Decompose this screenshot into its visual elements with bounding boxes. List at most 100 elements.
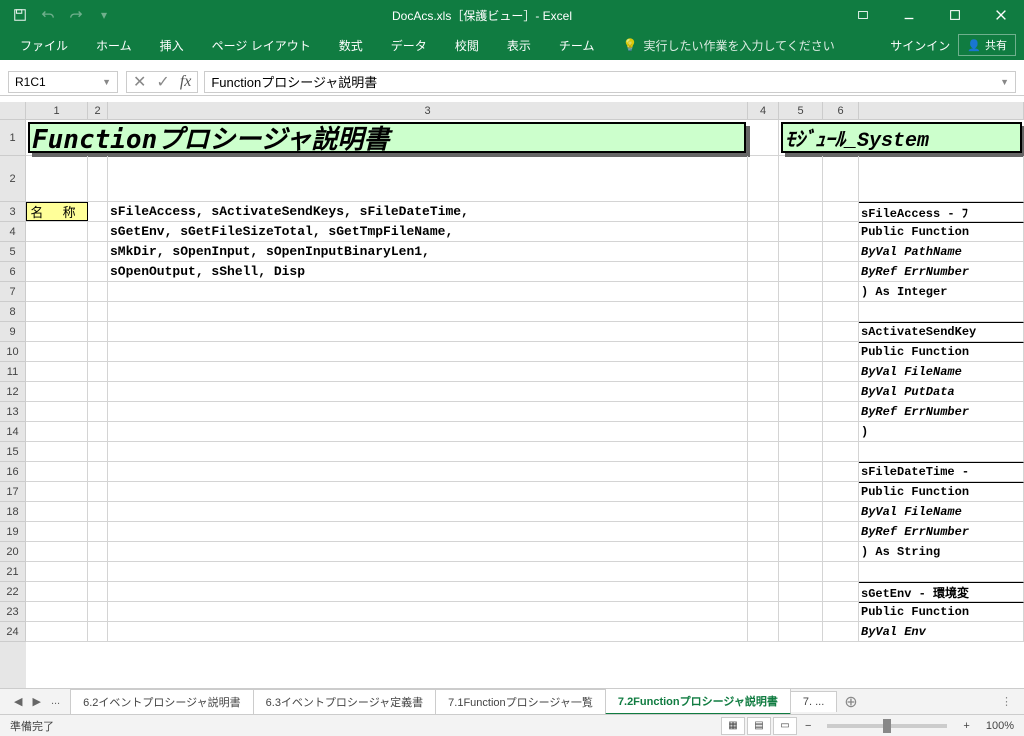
row-header[interactable]: 11 (0, 362, 26, 382)
tab-view[interactable]: 表示 (495, 33, 543, 58)
main-title-cell[interactable]: Functionプロシージャ説明書 (28, 122, 746, 153)
cell[interactable]: sGetEnv - 環境変 (859, 582, 1024, 601)
col-header[interactable]: 5 (779, 102, 823, 119)
cell[interactable]: sMkDir, sOpenInput, sOpenInputBinaryLen1… (108, 242, 748, 261)
cancel-formula-icon[interactable]: ✕ (133, 72, 146, 92)
row-header[interactable]: 14 (0, 422, 26, 442)
view-page-break-icon[interactable]: ▭ (773, 717, 797, 735)
col-header[interactable]: 3 (108, 102, 748, 119)
sheet-tab[interactable]: 6.3イベントプロシージャ定義書 (253, 689, 437, 714)
cell[interactable]: ByVal Env (859, 622, 1024, 641)
cell[interactable]: ByVal PutData (859, 382, 1024, 401)
row-header[interactable]: 6 (0, 262, 26, 282)
cell[interactable]: Public Function (859, 482, 1024, 501)
tell-me-search[interactable]: 💡 実行したい作業を入力してください (610, 33, 886, 58)
row-header[interactable]: 13 (0, 402, 26, 422)
signin-link[interactable]: サインイン (890, 37, 950, 54)
row-header[interactable]: 18 (0, 502, 26, 522)
cell[interactable]: ByVal FileName (859, 502, 1024, 521)
row-header[interactable]: 15 (0, 442, 26, 462)
row-header[interactable]: 4 (0, 222, 26, 242)
tab-data[interactable]: データ (379, 33, 439, 58)
row-header[interactable]: 21 (0, 562, 26, 582)
sheet-tab[interactable]: 6.2イベントプロシージャ説明書 (70, 689, 254, 714)
sheet-tab[interactable]: 7. ... (790, 691, 837, 712)
col-header[interactable]: 6 (823, 102, 859, 119)
zoom-level[interactable]: 100% (978, 720, 1014, 732)
maximize-icon[interactable] (932, 0, 978, 30)
view-page-layout-icon[interactable]: ▤ (747, 717, 771, 735)
cell[interactable]: sOpenOutput, sShell, Disp (108, 262, 748, 281)
cell[interactable]: Public Function (859, 342, 1024, 361)
tab-insert[interactable]: 挿入 (148, 33, 196, 58)
chevron-down-icon[interactable]: ▼ (102, 77, 111, 87)
view-normal-icon[interactable]: ▦ (721, 717, 745, 735)
close-icon[interactable] (978, 0, 1024, 30)
row-header[interactable]: 5 (0, 242, 26, 262)
sheet-tab[interactable]: 7.1Functionプロシージャ一覧 (435, 689, 606, 714)
tab-nav-ellipsis[interactable]: ... (47, 693, 64, 710)
cell[interactable]: Public Function (859, 222, 1024, 241)
name-box[interactable]: R1C1 ▼ (8, 71, 118, 93)
tab-nav-prev-icon[interactable]: ◀ (10, 693, 26, 710)
row-header[interactable]: 3 (0, 202, 26, 222)
sheet-tab-active[interactable]: 7.2Functionプロシージャ説明書 (605, 688, 791, 715)
select-all-corner[interactable] (0, 102, 26, 119)
tab-nav-next-icon[interactable]: ▶ (28, 693, 44, 710)
module-title-cell[interactable]: ﾓｼﾞｭｰﾙ_System (781, 122, 1022, 153)
cell[interactable] (748, 120, 779, 155)
minimize-icon[interactable] (886, 0, 932, 30)
tab-review[interactable]: 校閲 (443, 33, 491, 58)
cell[interactable]: ByRef ErrNumber (859, 402, 1024, 421)
cell[interactable]: sFileDateTime - (859, 462, 1024, 481)
tab-menu-icon[interactable]: ⋮ (993, 695, 1020, 708)
tab-home[interactable]: ホーム (84, 33, 144, 58)
cell[interactable]: sFileAccess - ﾌ (859, 202, 1024, 221)
redo-icon[interactable] (64, 3, 88, 27)
row-header[interactable]: 1 (0, 120, 26, 156)
row-header[interactable]: 2 (0, 156, 26, 202)
row-header[interactable]: 20 (0, 542, 26, 562)
share-button[interactable]: 👤 共有 (958, 34, 1016, 56)
tab-team[interactable]: チーム (547, 33, 607, 58)
row-header[interactable]: 24 (0, 622, 26, 642)
cell[interactable]: ) As String (859, 542, 1024, 561)
cell[interactable]: ByVal FileName (859, 362, 1024, 381)
cell[interactable]: ByRef ErrNumber (859, 522, 1024, 541)
tab-file[interactable]: ファイル (8, 33, 80, 58)
cell[interactable]: Public Function (859, 602, 1024, 621)
ribbon-display-icon[interactable] (840, 0, 886, 30)
zoom-out-icon[interactable]: − (799, 720, 817, 732)
tab-page-layout[interactable]: ページ レイアウト (200, 33, 323, 58)
col-header[interactable]: 2 (88, 102, 108, 119)
zoom-slider[interactable] (827, 724, 947, 728)
cell[interactable]: ) As Integer (859, 282, 1024, 301)
row-header[interactable]: 8 (0, 302, 26, 322)
col-header[interactable]: 1 (26, 102, 88, 119)
row-header[interactable]: 9 (0, 322, 26, 342)
cell[interactable]: sGetEnv, sGetFileSizeTotal, sGetTmpFileN… (108, 222, 748, 241)
cell[interactable]: ) (859, 422, 1024, 441)
row-header[interactable]: 17 (0, 482, 26, 502)
row-header[interactable]: 10 (0, 342, 26, 362)
tab-formulas[interactable]: 数式 (327, 33, 375, 58)
formula-input[interactable]: Functionプロシージャ説明書 ▼ (204, 71, 1016, 93)
col-header[interactable]: 4 (748, 102, 779, 119)
row-header[interactable]: 16 (0, 462, 26, 482)
cell[interactable]: sActivateSendKey (859, 322, 1024, 341)
cell[interactable]: sFileAccess, sActivateSendKeys, sFileDat… (108, 202, 748, 221)
row-header[interactable]: 22 (0, 582, 26, 602)
undo-icon[interactable] (36, 3, 60, 27)
row-header[interactable]: 7 (0, 282, 26, 302)
fx-icon[interactable]: fx (180, 73, 192, 91)
cell[interactable]: ByRef ErrNumber (859, 262, 1024, 281)
zoom-thumb[interactable] (883, 719, 891, 733)
row-header[interactable]: 23 (0, 602, 26, 622)
row-header[interactable]: 19 (0, 522, 26, 542)
expand-formula-icon[interactable]: ▼ (1000, 77, 1009, 87)
zoom-in-icon[interactable]: + (957, 720, 975, 732)
qat-dropdown-icon[interactable]: ▾ (92, 3, 116, 27)
add-sheet-icon[interactable]: ⊕ (836, 690, 865, 714)
save-icon[interactable] (8, 3, 32, 27)
cell[interactable]: ByVal PathName (859, 242, 1024, 261)
